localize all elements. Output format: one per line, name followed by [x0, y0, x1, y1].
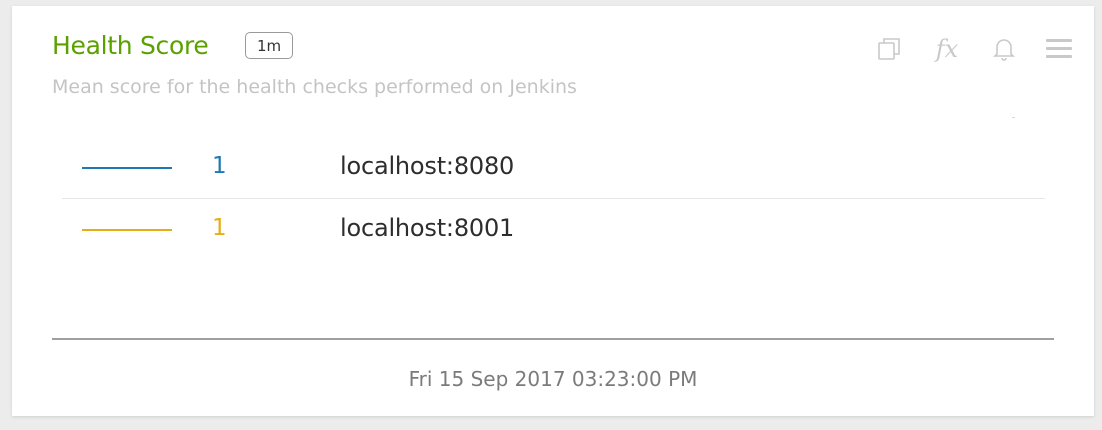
interval-badge[interactable]: 1m: [245, 32, 294, 59]
scroll-marker: [1012, 117, 1015, 118]
series-swatch: [82, 167, 172, 169]
legend-divider: [62, 198, 1045, 199]
health-score-panel: Health Score 1m Mean score for the healt…: [12, 6, 1094, 416]
bell-icon[interactable]: [990, 34, 1018, 64]
legend-item-localhost-8080[interactable]: 1 localhost:8080: [62, 138, 1045, 198]
series-label: localhost:8001: [340, 214, 515, 242]
series-value: 1: [212, 215, 227, 241]
hamburger-menu-icon[interactable]: [1044, 34, 1074, 64]
copy-icon[interactable]: [874, 34, 904, 64]
series-value: 1: [212, 153, 227, 179]
hover-timestamp: Fri 15 Sep 2017 03:23:00 PM: [408, 367, 698, 391]
fx-icon[interactable]: fx: [930, 34, 964, 64]
legend-item-localhost-8001[interactable]: 1 localhost:8001: [62, 200, 1045, 260]
panel-title: Health Score: [52, 31, 209, 60]
series-label: localhost:8080: [340, 152, 515, 180]
time-axis-line: [52, 338, 1054, 340]
series-swatch: [82, 229, 172, 231]
fx-label: fx: [935, 35, 959, 63]
panel-description: Mean score for the health checks perform…: [52, 76, 577, 98]
